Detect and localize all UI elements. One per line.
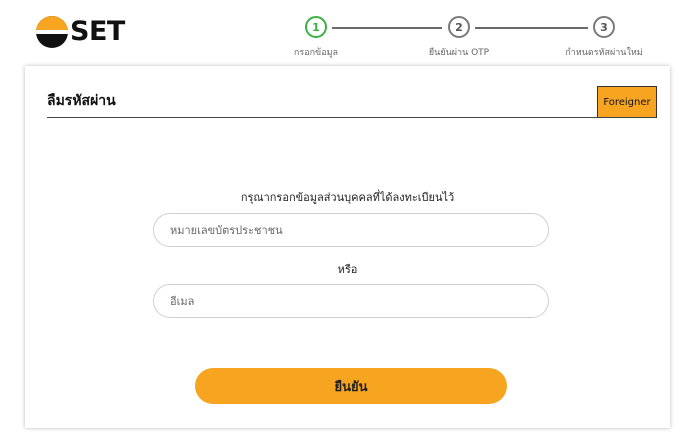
step-3-label: กำหนดรหัสผ่านใหม่ [565, 48, 643, 58]
national-id-input[interactable] [153, 213, 549, 247]
step-1-circle: 1 [305, 16, 327, 38]
or-separator: หรือ [337, 263, 358, 276]
step-1-label: กรอกข้อมูล [293, 48, 339, 58]
step-2-label: ยืนยันผ่าน OTP [428, 48, 490, 58]
page-title: ลืมรหัสผ่าน [47, 93, 116, 109]
email-input[interactable] [153, 284, 549, 318]
step-connector [475, 27, 588, 29]
foreigner-button[interactable]: Foreigner [597, 86, 657, 118]
confirm-button[interactable]: ยืนยัน [195, 368, 507, 404]
logo-text: SET [70, 16, 125, 47]
forgot-password-card: ลืมรหัสผ่าน Foreigner กรุณากรอกข้อมูลส่ว… [25, 66, 670, 428]
set-logo-icon [36, 16, 68, 48]
step-3-circle: 3 [593, 16, 615, 38]
title-divider [47, 117, 656, 118]
instruction-text: กรุณากรอกข้อมูลส่วนบุคคลที่ได้ลงทะเบียนไ… [240, 191, 455, 204]
set-logo[interactable]: SET [36, 16, 125, 48]
step-connector [332, 27, 442, 29]
step-2-circle: 2 [448, 16, 470, 38]
